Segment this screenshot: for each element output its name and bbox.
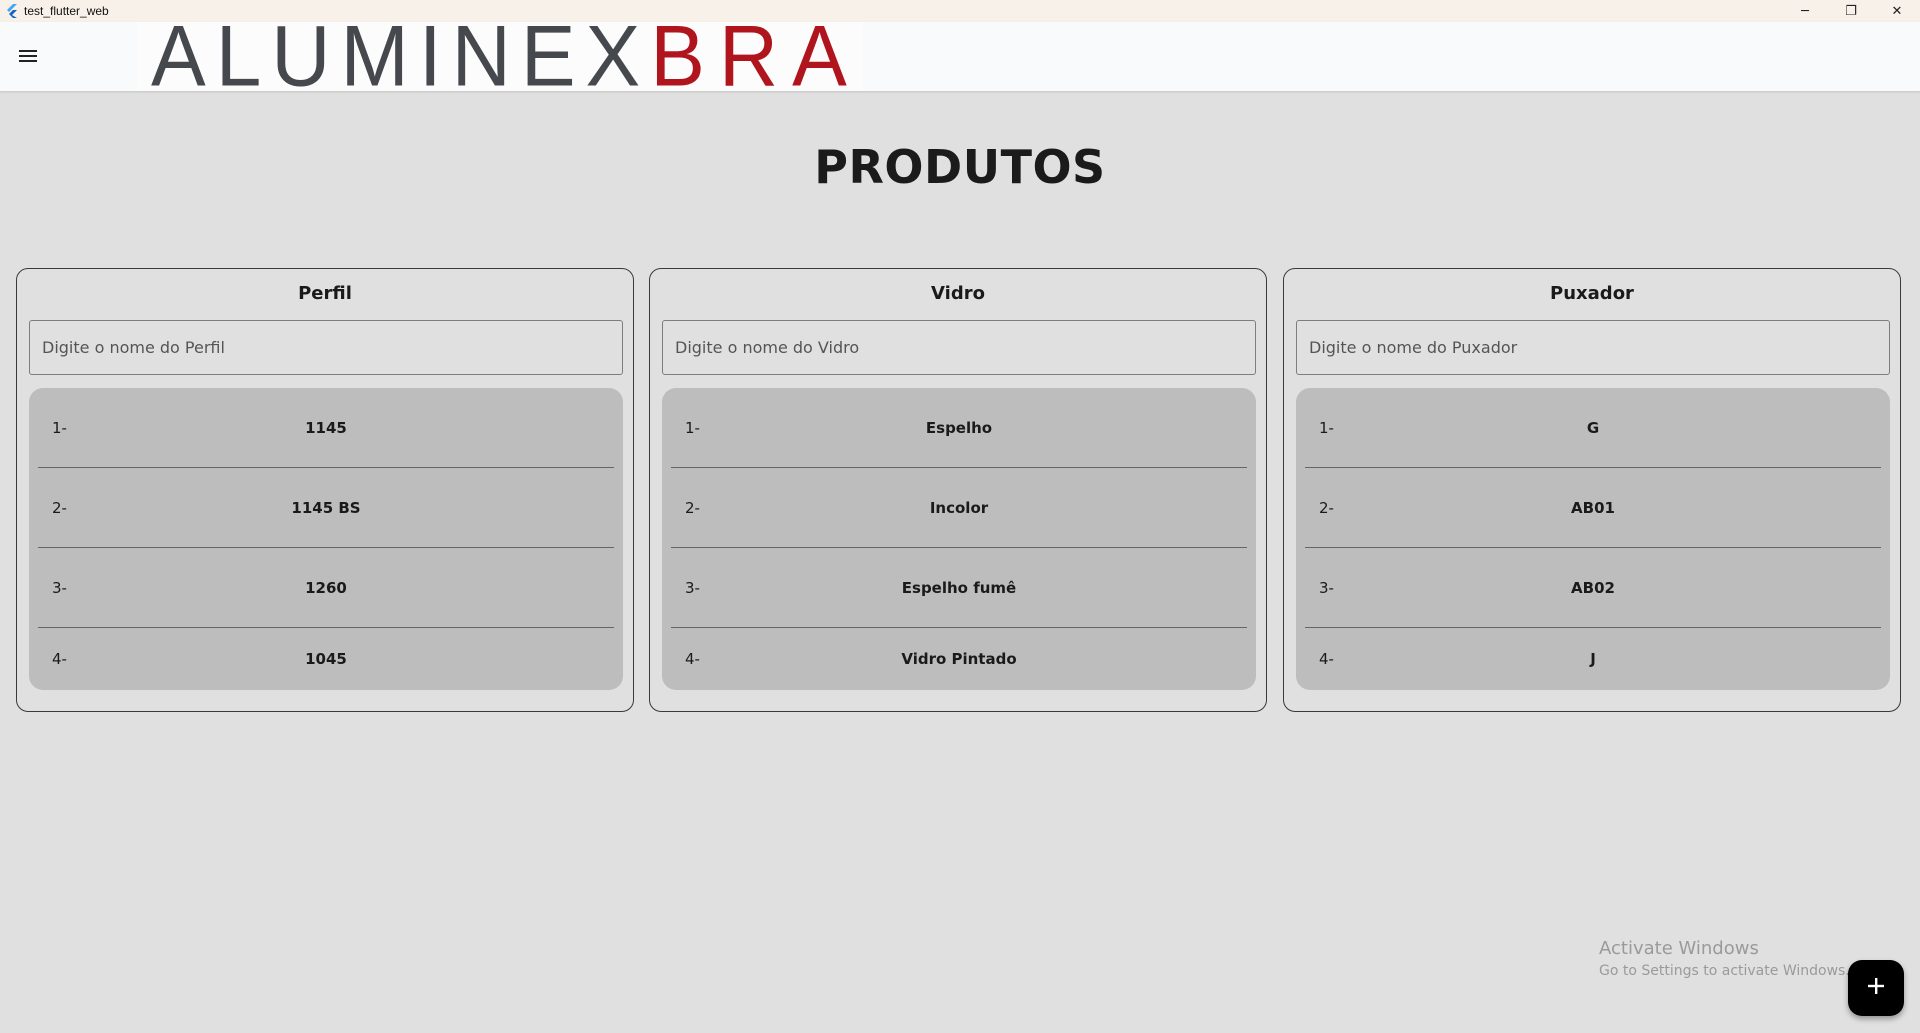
item-index: 3-: [1319, 578, 1334, 597]
item-index: 1-: [685, 418, 700, 437]
page-title: PRODUTOS: [814, 140, 1106, 194]
item-name: G: [1586, 418, 1600, 437]
list-item[interactable]: 3- AB02: [1305, 548, 1881, 628]
watermark-line1: Activate Windows: [1599, 938, 1759, 959]
search-perfil-input[interactable]: [29, 320, 623, 375]
card-perfil: Perfil 1- 1145 2- 1145 BS 3- 1260 4- 104…: [16, 268, 634, 712]
item-index: 2-: [52, 498, 67, 517]
item-index: 1-: [1319, 418, 1334, 437]
list-item[interactable]: 1- G: [1305, 388, 1881, 468]
card-vidro: Vidro 1- Espelho 2- Incolor 3- Espelho f…: [649, 268, 1267, 712]
item-name: 1145 BS: [291, 498, 361, 517]
flutter-icon: [4, 3, 20, 19]
item-name: 1045: [305, 650, 347, 668]
item-index: 4-: [52, 650, 67, 668]
activate-windows-watermark: Activate Windows Go to Settings to activ…: [1599, 938, 1850, 979]
item-name: J: [1590, 650, 1596, 668]
list-item[interactable]: 3- 1260: [38, 548, 614, 628]
vidro-list: 1- Espelho 2- Incolor 3- Espelho fumê 4-…: [662, 388, 1256, 690]
item-name: Incolor: [929, 498, 989, 517]
list-item[interactable]: 3- Espelho fumê: [671, 548, 1247, 628]
list-item[interactable]: 1- 1145: [38, 388, 614, 468]
watermark-line2: Go to Settings to activate Windows.: [1599, 963, 1850, 979]
plus-icon: [1866, 976, 1886, 1000]
search-vidro-input[interactable]: [662, 320, 1256, 375]
item-index: 4-: [1319, 650, 1334, 668]
card-title: Perfil: [298, 283, 352, 304]
aluminex-brasil-logo: ALUMINEXBRASIL: [137, 22, 863, 91]
search-puxador-input[interactable]: [1296, 320, 1890, 375]
item-index: 2-: [685, 498, 700, 517]
close-button[interactable]: ✕: [1874, 0, 1920, 22]
item-name: 1145: [305, 418, 347, 437]
logo-text-brasil: BRASIL: [650, 22, 863, 91]
card-title: Vidro: [931, 283, 985, 304]
item-index: 1-: [52, 418, 67, 437]
list-item[interactable]: 2- Incolor: [671, 468, 1247, 548]
hamburger-menu-icon[interactable]: [16, 44, 40, 68]
list-item[interactable]: 4- J: [1305, 628, 1881, 690]
item-name: Vidro Pintado: [901, 650, 1017, 668]
app-bar: ALUMINEXBRASIL: [0, 22, 1920, 91]
perfil-list: 1- 1145 2- 1145 BS 3- 1260 4- 1045: [29, 388, 623, 690]
restore-button[interactable]: ❐: [1828, 0, 1874, 22]
logo-text-aluminex: ALUMINEX: [151, 22, 651, 91]
window-title: test_flutter_web: [24, 4, 109, 18]
list-item[interactable]: 4- Vidro Pintado: [671, 628, 1247, 690]
item-index: 3-: [52, 578, 67, 597]
window-controls: ─ ❐ ✕: [1782, 0, 1920, 22]
item-index: 4-: [685, 650, 700, 668]
item-index: 2-: [1319, 498, 1334, 517]
item-index: 3-: [685, 578, 700, 597]
item-name: AB01: [1571, 498, 1615, 517]
item-name: Espelho: [925, 418, 993, 437]
item-name: Espelho fumê: [901, 578, 1017, 597]
minimize-button[interactable]: ─: [1782, 0, 1828, 22]
list-item[interactable]: 1- Espelho: [671, 388, 1247, 468]
add-button[interactable]: [1848, 960, 1904, 1016]
window-titlebar: test_flutter_web ─ ❐ ✕: [0, 0, 1920, 22]
puxador-list: 1- G 2- AB01 3- AB02 4- J: [1296, 388, 1890, 690]
card-title: Puxador: [1550, 283, 1634, 304]
item-name: 1260: [305, 578, 347, 597]
card-puxador: Puxador 1- G 2- AB01 3- AB02 4- J: [1283, 268, 1901, 712]
list-item[interactable]: 2- 1145 BS: [38, 468, 614, 548]
list-item[interactable]: 4- 1045: [38, 628, 614, 690]
list-item[interactable]: 2- AB01: [1305, 468, 1881, 548]
item-name: AB02: [1571, 578, 1615, 597]
